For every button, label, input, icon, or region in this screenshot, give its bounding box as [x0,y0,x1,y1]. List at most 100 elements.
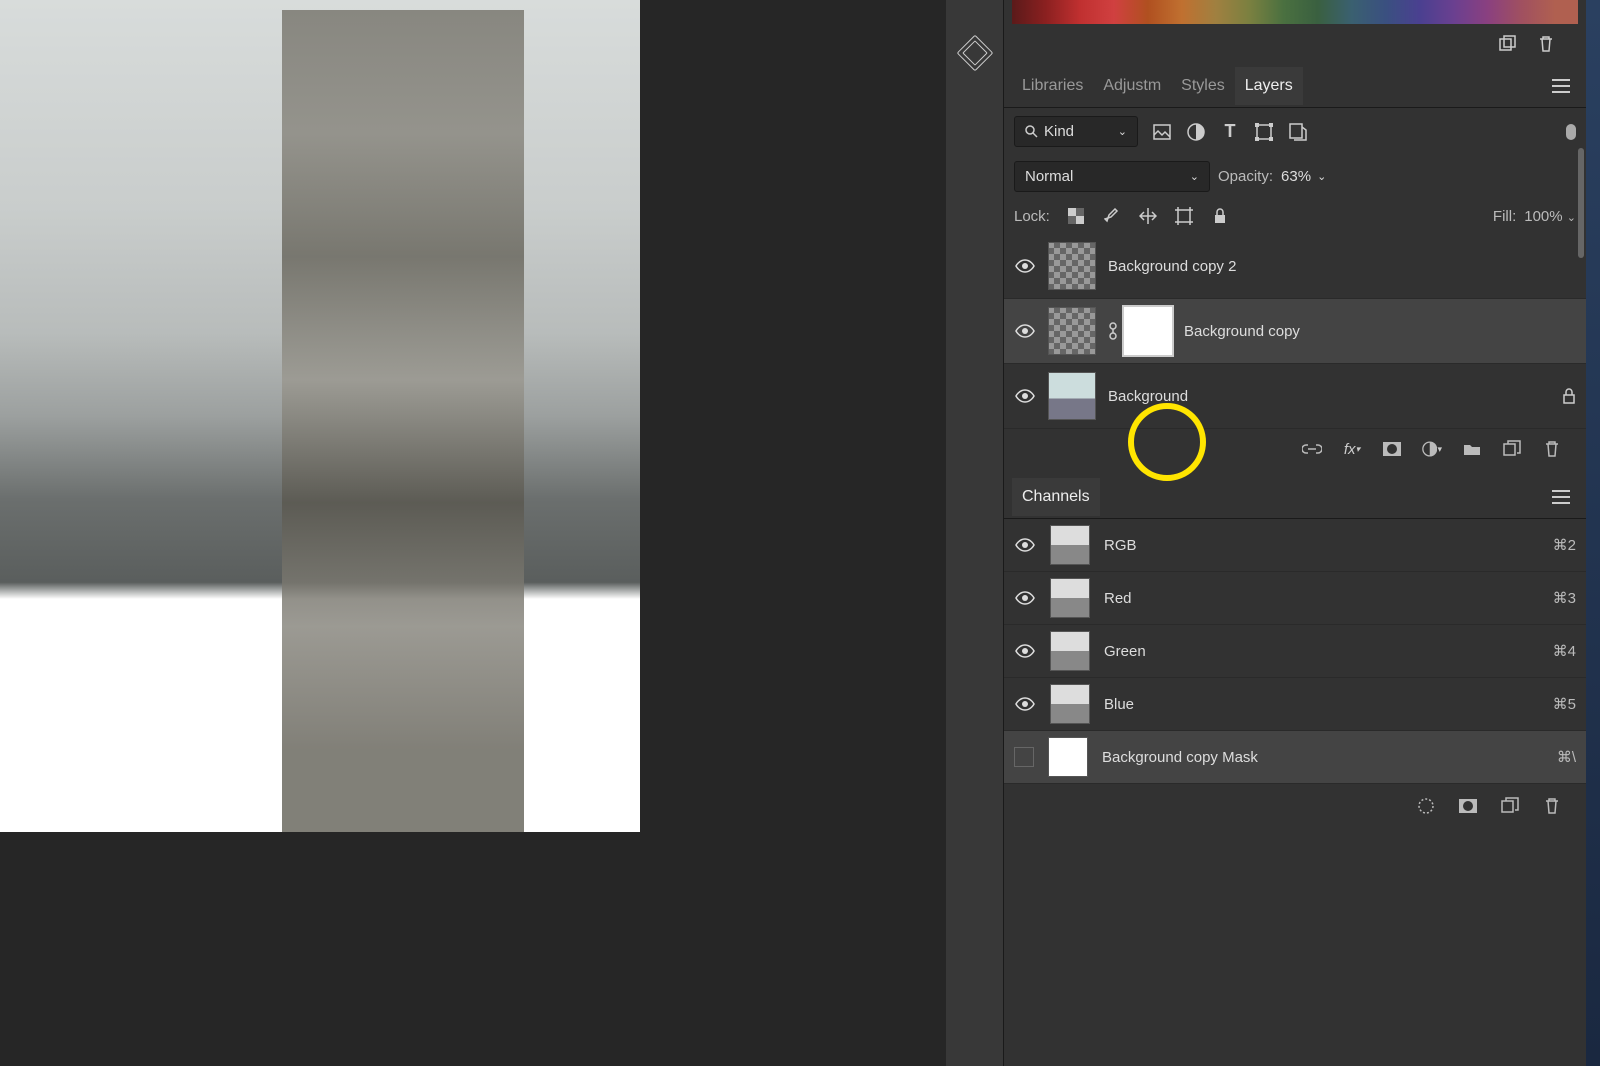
lock-row: Lock: Fill: 100% ⌄ [1004,198,1586,234]
layer-name[interactable]: Background copy [1184,323,1300,340]
channel-thumbnail [1050,578,1090,618]
desktop-edge [1586,0,1600,1066]
3d-cube-icon[interactable] [956,35,993,72]
swatches-footer [1004,24,1586,64]
channel-row[interactable]: Red ⌘3 [1004,572,1586,625]
link-layers-icon[interactable] [1302,439,1322,459]
channel-shortcut: ⌘3 [1553,589,1576,607]
document-canvas[interactable] [0,0,640,832]
blend-mode-value: Normal [1025,168,1073,185]
tab-libraries[interactable]: Libraries [1012,67,1093,105]
layer-row[interactable]: Background copy [1004,299,1586,364]
trash-icon[interactable] [1536,34,1556,54]
visibility-eye-icon[interactable] [1014,320,1036,342]
layer-row[interactable]: Background [1004,364,1586,429]
collapsed-dock [946,0,1004,1066]
right-panel: Libraries Adjustm Styles Layers Kind ⌄ T [946,0,1600,1066]
channel-name: Background copy Mask [1102,749,1258,766]
opacity-label: Opacity: [1218,168,1273,185]
visibility-eye-icon[interactable] [1014,385,1036,407]
tab-styles[interactable]: Styles [1171,67,1235,105]
fill-value[interactable]: 100% ⌄ [1524,208,1576,225]
layers-panel-tabs: Libraries Adjustm Styles Layers [1004,64,1586,108]
channel-thumbnail [1050,525,1090,565]
channel-name: RGB [1104,537,1137,554]
visibility-eye-icon[interactable] [1014,534,1036,556]
chevron-down-icon: ⌄ [1118,125,1127,138]
panel-menu-icon[interactable] [1544,490,1578,504]
layer-name[interactable]: Background copy 2 [1108,258,1236,275]
visibility-eye-icon[interactable] [1014,587,1036,609]
link-icon[interactable] [1108,322,1118,340]
channels-footer [1004,784,1586,828]
visibility-eye-icon[interactable] [1014,255,1036,277]
channel-shortcut: ⌘4 [1553,642,1576,660]
layer-name[interactable]: Background [1108,388,1188,405]
swatches-strip[interactable] [1012,0,1578,24]
search-icon [1025,125,1038,138]
layer-fx-icon[interactable]: fx▾ [1342,439,1362,459]
canvas-area[interactable] [0,0,946,1066]
chevron-down-icon: ⌄ [1190,170,1199,183]
visibility-empty-icon[interactable] [1014,747,1034,767]
lock-position-icon[interactable] [1138,206,1158,226]
channel-name: Red [1104,590,1132,607]
trash-icon[interactable] [1542,796,1562,816]
filter-kind-label: Kind [1044,123,1074,140]
panel-menu-icon[interactable] [1544,79,1578,93]
lock-label: Lock: [1014,208,1050,225]
blend-mode-dropdown[interactable]: Normal ⌄ [1014,161,1210,192]
filter-toggle[interactable] [1566,124,1576,140]
channel-shortcut: ⌘2 [1553,536,1576,554]
layer-thumbnail[interactable] [1048,242,1096,290]
layer-row[interactable]: Background copy 2 [1004,234,1586,299]
tab-adjustments[interactable]: Adjustm [1093,67,1171,105]
lock-artboard-icon[interactable] [1174,206,1194,226]
new-channel-icon[interactable] [1500,796,1520,816]
visibility-eye-icon[interactable] [1014,640,1036,662]
panels-column: Libraries Adjustm Styles Layers Kind ⌄ T [1004,0,1586,1066]
layer-mask-group [1108,307,1172,355]
channel-thumbnail [1048,737,1088,777]
channel-row[interactable]: Background copy Mask ⌘\ [1004,731,1586,784]
lock-all-icon[interactable] [1210,206,1230,226]
lock-icon [1562,388,1576,404]
filter-adjustment-icon[interactable] [1186,122,1206,142]
group-icon[interactable] [1462,439,1482,459]
load-selection-icon[interactable] [1416,796,1436,816]
filter-kind-dropdown[interactable]: Kind ⌄ [1014,116,1138,147]
filter-image-icon[interactable] [1152,122,1172,142]
scrollbar[interactable] [1578,148,1584,258]
filter-smartobject-icon[interactable] [1288,122,1308,142]
canvas-overlay-image [282,10,524,832]
visibility-eye-icon[interactable] [1014,693,1036,715]
channels-panel-tabs: Channels [1004,475,1586,519]
channel-row[interactable]: Green ⌘4 [1004,625,1586,678]
channel-name: Green [1104,643,1146,660]
add-mask-icon[interactable] [1382,439,1402,459]
filter-type-icons: T [1152,122,1308,142]
adjustment-layer-icon[interactable]: ▾ [1422,439,1442,459]
layers-list: Background copy 2 Background copy Backgr… [1004,234,1586,429]
lock-transparency-icon[interactable] [1066,206,1086,226]
blend-mode-row: Normal ⌄ Opacity: 63% ⌄ [1004,155,1586,198]
lock-brush-icon[interactable] [1102,206,1122,226]
opacity-value[interactable]: 63% ⌄ [1281,168,1326,185]
fill-label: Fill: [1493,208,1516,225]
save-selection-icon[interactable] [1458,796,1478,816]
new-layer-icon[interactable] [1502,439,1522,459]
chevron-down-icon: ⌄ [1317,170,1326,183]
tab-channels[interactable]: Channels [1012,478,1100,516]
trash-icon[interactable] [1542,439,1562,459]
layer-mask-thumbnail[interactable] [1124,307,1172,355]
channels-list: RGB ⌘2 Red ⌘3 Green ⌘4 Blue ⌘5 [1004,519,1586,784]
channel-row[interactable]: RGB ⌘2 [1004,519,1586,572]
channel-thumbnail [1050,631,1090,671]
layer-thumbnail[interactable] [1048,372,1096,420]
filter-type-icon[interactable]: T [1220,122,1240,142]
tab-layers[interactable]: Layers [1235,67,1303,105]
layer-thumbnail[interactable] [1048,307,1096,355]
new-swatch-icon[interactable] [1498,34,1518,54]
filter-shape-icon[interactable] [1254,122,1274,142]
channel-row[interactable]: Blue ⌘5 [1004,678,1586,731]
